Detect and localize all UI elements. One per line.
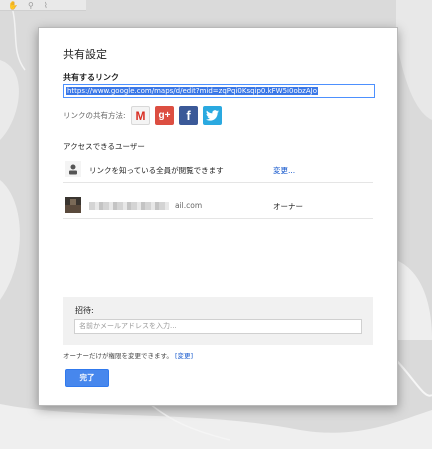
map-toolbar: ✋ ⚲ ⌇ (0, 0, 86, 11)
owner-email-suffix: ail.com (175, 201, 203, 210)
access-row-link: リンクを知っている全員が閲覧できます 変更... (63, 156, 373, 183)
avatar (65, 197, 81, 213)
twitter-icon[interactable] (203, 106, 222, 125)
share-link-field[interactable]: https://www.google.com/maps/d/edit?mid=z… (63, 84, 375, 98)
change-access-link[interactable]: 変更... (273, 165, 295, 176)
invite-label: 招待: (75, 306, 94, 315)
share-icons: M g+ f (131, 106, 222, 125)
share-settings-dialog: 共有設定 共有するリンク https://www.google.com/maps… (38, 27, 398, 406)
owner-note: オーナーだけが権限を変更できます。 [変更] (63, 350, 193, 360)
access-row-owner: ail.com オーナー (63, 192, 373, 219)
done-button[interactable]: 完了 (65, 369, 109, 387)
share-link-url[interactable]: https://www.google.com/maps/d/edit?mid=z… (66, 87, 318, 95)
owner-note-text: オーナーだけが権限を変更できます。 (63, 352, 173, 360)
person-icon (65, 161, 81, 177)
access-row-text: リンクを知っている全員が閲覧できます (89, 166, 224, 175)
invite-input[interactable]: 名前かメールアドレスを入力... (74, 319, 362, 334)
line-icon[interactable]: ⌇ (44, 1, 48, 10)
access-users-label: アクセスできるユーザー (63, 142, 145, 151)
email-redacted (89, 202, 169, 210)
share-method-label: リンクの共有方法: (63, 111, 126, 120)
gmail-icon[interactable]: M (131, 106, 150, 125)
google-plus-icon[interactable]: g+ (155, 106, 174, 125)
share-link-label: 共有するリンク (63, 73, 119, 82)
invite-panel: 招待: 名前かメールアドレスを入力... (63, 297, 373, 345)
marker-icon[interactable]: ⚲ (28, 1, 34, 10)
facebook-icon[interactable]: f (179, 106, 198, 125)
owner-role: オーナー (273, 202, 303, 211)
dialog-title: 共有設定 (63, 48, 107, 61)
change-owner-link[interactable]: [変更] (175, 352, 193, 360)
hand-icon[interactable]: ✋ (8, 1, 18, 10)
